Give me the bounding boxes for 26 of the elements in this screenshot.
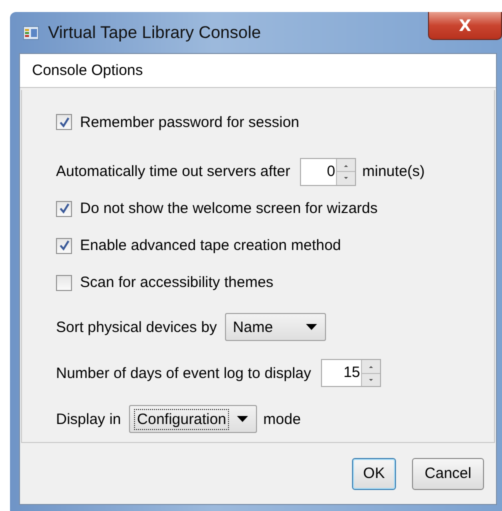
option-label: Sort physical devices by <box>56 318 217 336</box>
option-label: Automatically time out servers after <box>56 163 290 180</box>
cancel-button[interactable]: Cancel <box>412 458 484 490</box>
unit-label: minute(s) <box>362 163 425 180</box>
checkbox[interactable] <box>56 238 72 254</box>
close-button[interactable]: X <box>428 12 502 40</box>
ok-button[interactable]: OK <box>352 458 396 490</box>
checkbox-label: Enable advanced tape creation method <box>80 237 342 254</box>
dropdown[interactable]: Name <box>224 313 326 341</box>
panel-header: Console Options <box>20 54 496 88</box>
caret-icon <box>237 416 248 422</box>
checkbox-label: Scan for accessibility themes <box>80 274 274 291</box>
checkbox-label: Remember password for session <box>80 114 300 130</box>
window-title: Virtual Tape Library Console <box>48 22 261 42</box>
checkbox[interactable] <box>56 274 72 290</box>
caret-icon <box>306 324 317 330</box>
option-label: Display in <box>56 410 122 428</box>
number-spinner[interactable]: 15 <box>321 359 382 387</box>
option-label: mode <box>263 410 301 428</box>
app-icon <box>23 26 39 40</box>
checkbox[interactable] <box>56 200 72 216</box>
number-spinner[interactable]: 0 <box>300 158 356 186</box>
option-label: Number of days of event log to display <box>56 364 312 382</box>
checkbox-label: Do not show the welcome screen for wizards <box>80 200 378 217</box>
checkbox[interactable] <box>56 114 72 130</box>
dropdown[interactable]: Configuration <box>129 405 258 433</box>
